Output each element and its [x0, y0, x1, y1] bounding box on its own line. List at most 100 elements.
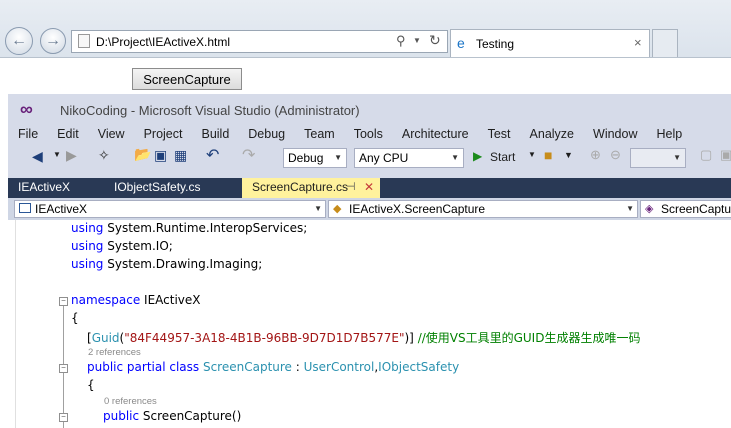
platform-dropdown[interactable]: Any CPU ▼ [354, 148, 464, 168]
platform-value: Any CPU [359, 151, 409, 165]
code-editor[interactable]: using System.Runtime.InteropServices; us… [8, 220, 731, 428]
chevron-down-icon: ▼ [314, 204, 322, 213]
close-icon[interactable]: ✕ [364, 178, 374, 197]
page-icon [78, 34, 90, 48]
keyword: using [71, 221, 104, 235]
window-icon[interactable]: ▣ [720, 147, 731, 163]
namespace-name: IEActiveX [140, 293, 201, 307]
window-title: NikoCoding - Microsoft Visual Studio (Ad… [60, 103, 360, 118]
menu-debug[interactable]: Debug [238, 124, 294, 144]
keyword: using [71, 239, 104, 253]
code-line-constructor: public ScreenCapture() [103, 409, 241, 423]
code-line-using-io: using System.IO; [71, 239, 173, 253]
new-project-icon[interactable]: ✧ [98, 147, 110, 164]
arrow-right-icon: → [45, 32, 61, 49]
collapse-icon[interactable]: − [59, 413, 68, 422]
tab-iobjectsafety[interactable]: IObjectSafety.cs [104, 178, 242, 198]
zoom-in-icon[interactable]: ⊕ [590, 147, 601, 163]
menu-tools[interactable]: Tools [344, 124, 392, 144]
configuration-value: Debug [288, 151, 324, 165]
refresh-icon[interactable]: ↻ [429, 32, 441, 49]
zoom-out-icon[interactable]: ⊖ [610, 147, 621, 163]
tab-testing[interactable]: e Testing × [450, 29, 650, 57]
tab-ieactivex[interactable]: IEActiveX [8, 178, 108, 198]
type-value: IEActiveX.ScreenCapture [349, 202, 486, 216]
chevron-down-icon[interactable]: ▼ [528, 150, 536, 159]
menu-team[interactable]: Team [294, 124, 344, 144]
screencapture-button[interactable]: ScreenCapture [132, 68, 242, 90]
menu-window[interactable]: Window [583, 124, 646, 144]
ie-icon: e [457, 35, 465, 51]
forward-button[interactable]: → [40, 28, 66, 54]
project-value: IEActiveX [35, 202, 88, 216]
keyword: namespace [71, 293, 141, 307]
chevron-down-icon: ▼ [451, 153, 459, 162]
separator: : [291, 360, 304, 374]
save-all-icon[interactable]: ▦ [174, 147, 187, 164]
code-line-class-declaration: public partial class ScreenCapture : Use… [87, 360, 459, 374]
project-dropdown[interactable]: IEActiveX ▼ [14, 200, 326, 218]
code-line-namespace: namespace IEActiveX [71, 293, 201, 307]
chevron-down-icon[interactable]: ▼ [413, 36, 421, 45]
base-class: UserControl [303, 360, 375, 374]
menu-bar: File Edit View Project Build Debug Team … [8, 124, 691, 144]
vs-logo-icon: ∞ [20, 99, 33, 119]
collapse-icon[interactable]: − [59, 297, 68, 306]
type-dropdown[interactable]: ◆ IEActiveX.ScreenCapture ▼ [328, 200, 638, 218]
navigate-back-icon[interactable]: ◀ [32, 148, 43, 165]
arrow-left-icon: ← [11, 32, 27, 49]
namespace-text: System.Drawing.Imaging; [103, 257, 263, 271]
references-codelens[interactable]: 0 references [104, 396, 157, 407]
menu-help[interactable]: Help [646, 124, 691, 144]
search-icon[interactable]: ⚲ [396, 33, 406, 49]
new-tab-button[interactable] [652, 29, 678, 57]
menu-test[interactable]: Test [478, 124, 520, 144]
configuration-dropdown[interactable]: Debug ▼ [283, 148, 347, 168]
play-icon[interactable]: ▶ [473, 149, 482, 163]
keyword: public partial class [87, 360, 203, 374]
member-value: ScreenCaptur [661, 202, 731, 216]
menu-architecture[interactable]: Architecture [392, 124, 478, 144]
redo-icon[interactable]: ↷ [242, 145, 255, 165]
references-codelens[interactable]: 2 references [88, 347, 141, 358]
layout-icon[interactable]: ▢ [700, 147, 712, 163]
keyword: public [103, 409, 140, 423]
navigate-forward-icon[interactable]: ▶ [66, 147, 77, 164]
interface-name: IObjectSafety [378, 360, 460, 374]
save-icon[interactable]: ▣ [154, 147, 167, 164]
close-icon[interactable]: × [634, 35, 642, 50]
pin-icon[interactable]: ⊣ [346, 178, 356, 197]
overflow-icon[interactable]: ▼ [564, 150, 573, 160]
back-button[interactable]: ← [5, 27, 33, 55]
collapse-icon[interactable]: − [59, 364, 68, 373]
menu-file[interactable]: File [8, 124, 47, 144]
code-line-using-imaging: using System.Drawing.Imaging; [71, 257, 262, 271]
tab-screencapture[interactable]: ScreenCapture.cs ⊣ ✕ [242, 178, 380, 198]
navigation-bar: IEActiveX ▼ ◆ IEActiveX.ScreenCapture ▼ … [8, 198, 731, 220]
code-line-using-interop: using System.Runtime.InteropServices; [71, 221, 307, 235]
namespace-text: System.IO; [103, 239, 173, 253]
start-button[interactable]: Start [490, 150, 515, 164]
menu-project[interactable]: Project [134, 124, 192, 144]
browser-toolbar: ← → D:\Project\IEActiveX.html ⚲ ▼ ↻ e Te… [0, 0, 731, 58]
chevron-down-icon: ▼ [626, 204, 634, 213]
editor-gutter [8, 220, 16, 428]
method-icon: ◈ [645, 203, 654, 215]
chevron-down-icon: ▼ [334, 153, 342, 162]
menu-view[interactable]: View [88, 124, 134, 144]
open-file-icon[interactable]: 📂 [134, 146, 151, 163]
menu-build[interactable]: Build [191, 124, 238, 144]
member-dropdown[interactable]: ◈ ScreenCaptur [640, 200, 731, 218]
find-dropdown[interactable]: ▼ [630, 148, 686, 168]
address-bar[interactable]: D:\Project\IEActiveX.html ⚲ ▼ ↻ [71, 30, 448, 53]
menu-edit[interactable]: Edit [47, 124, 88, 144]
standard-toolbar: ◀ ▼ ▶ ✧ 📂 ▣ ▦ ↶ ↷ Debug ▼ Any CPU ▼ ▶ St… [8, 145, 731, 171]
menu-analyze[interactable]: Analyze [520, 124, 583, 144]
chevron-down-icon[interactable]: ▼ [53, 150, 61, 159]
class-icon: ◆ [333, 203, 342, 215]
code-line-class-brace: { [87, 378, 95, 392]
bracket: )] [404, 331, 414, 345]
undo-icon[interactable]: ↶ [206, 145, 219, 165]
attach-icon[interactable]: ■ [544, 147, 552, 163]
method-name: ScreenCapture() [139, 409, 242, 423]
